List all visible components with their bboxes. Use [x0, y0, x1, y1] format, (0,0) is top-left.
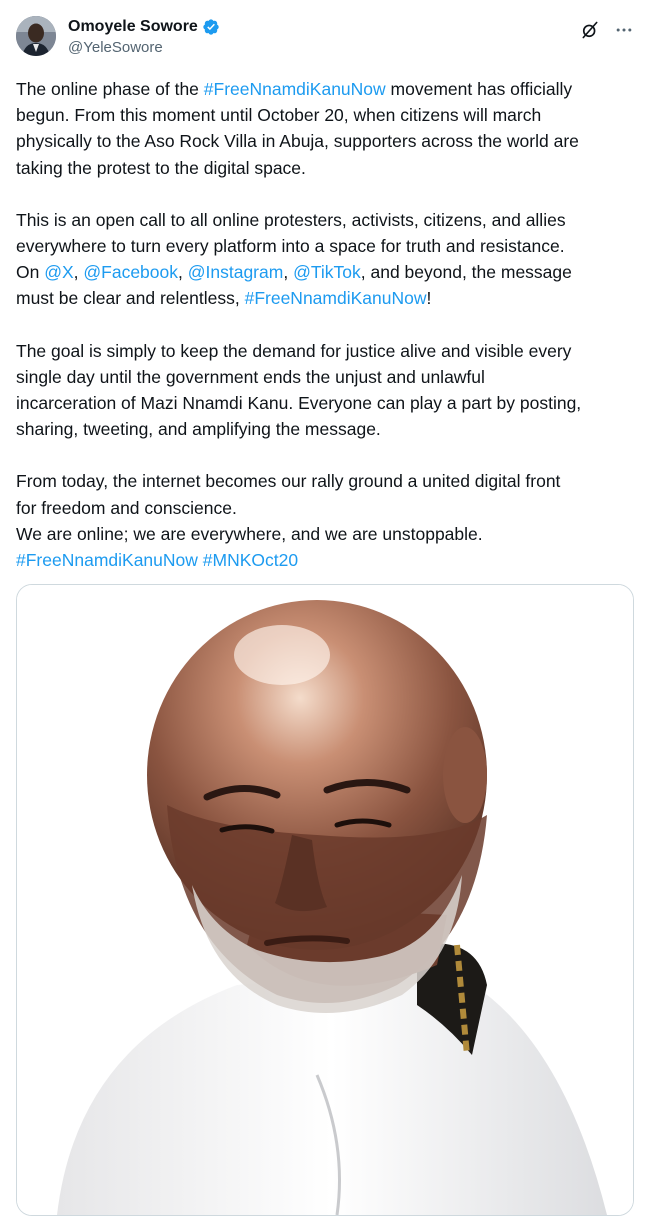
text-run: movement has officially — [385, 79, 573, 99]
author-names: Omoyele Sowore @YeleSowore — [68, 17, 220, 58]
text-line: The online phase of the #FreeNnamdiKanuN… — [16, 76, 636, 102]
text-line: This is an open call to all online prote… — [16, 209, 566, 230]
text-line: sharing, tweeting, and amplifying the me… — [16, 419, 381, 440]
grok-icon[interactable] — [580, 20, 600, 40]
post-media[interactable] — [16, 584, 634, 1216]
post-text: The online phase of the #FreeNnamdiKanuN… — [16, 76, 636, 573]
display-name[interactable]: Omoyele Sowore — [68, 17, 198, 37]
text-line: #FreeNnamdiKanuNow #MNKOct20 — [16, 547, 636, 573]
text-run: , and beyond, the message — [360, 262, 572, 283]
avatar[interactable] — [16, 16, 56, 56]
avatar-image — [16, 16, 56, 56]
top-actions — [580, 20, 634, 40]
hashtag-link[interactable]: #FreeNnamdiKanuNow — [204, 79, 386, 99]
post: Omoyele Sowore @YeleSowore The online ph… — [0, 0, 650, 1216]
mention-facebook-link[interactable]: @Facebook — [83, 262, 178, 282]
text-run: The online phase of the — [16, 79, 204, 99]
verified-badge-icon — [203, 19, 219, 35]
paragraph-1: The online phase of the #FreeNnamdiKanuN… — [16, 76, 636, 181]
text-line: The goal is simply to keep the demand fo… — [16, 340, 572, 361]
paragraph-2: This is an open call to all online prote… — [16, 207, 636, 312]
text-line: single day until the government ends the… — [16, 366, 485, 387]
author-handle[interactable]: @YeleSowore — [68, 38, 220, 58]
text-line: begun. From this moment until October 20… — [16, 105, 542, 126]
text-run: , — [178, 262, 188, 283]
text-line: From today, the internet becomes our ral… — [16, 471, 561, 492]
text-line: everywhere to turn every platform into a… — [16, 236, 565, 257]
text-line: We are online; we are everywhere, and we… — [16, 523, 483, 544]
post-header: Omoyele Sowore @YeleSowore — [16, 16, 634, 64]
mention-tiktok-link[interactable]: @TikTok — [293, 262, 361, 282]
mention-x-link[interactable]: @X — [44, 262, 73, 282]
text-line: On @X, @Facebook, @Instagram, @TikTok, a… — [16, 259, 636, 285]
text-line: must be clear and relentless, #FreeNnamd… — [16, 285, 636, 311]
text-line: for freedom and conscience. — [16, 497, 237, 518]
hashtag-link[interactable]: #MNKOct20 — [203, 550, 298, 570]
paragraph-3: The goal is simply to keep the demand fo… — [16, 338, 636, 443]
text-line: incarceration of Mazi Nnamdi Kanu. Every… — [16, 393, 582, 414]
mention-instagram-link[interactable]: @Instagram — [188, 262, 284, 282]
text-line: physically to the Aso Rock Villa in Abuj… — [16, 131, 579, 152]
name-row: Omoyele Sowore — [68, 17, 220, 37]
text-run: ! — [426, 288, 432, 309]
text-run: must be clear and relentless, — [16, 288, 245, 309]
text-run: On — [16, 262, 45, 283]
more-options-icon[interactable] — [614, 20, 634, 40]
text-line: taking the protest to the digital space. — [16, 157, 306, 178]
photo-of-man — [17, 585, 633, 1215]
hashtag-link[interactable]: #FreeNnamdiKanuNow — [16, 550, 198, 570]
paragraph-4: From today, the internet becomes our ral… — [16, 468, 636, 573]
hashtag-link[interactable]: #FreeNnamdiKanuNow — [245, 288, 427, 308]
text-run: , — [283, 262, 294, 283]
text-run: , — [73, 262, 84, 283]
